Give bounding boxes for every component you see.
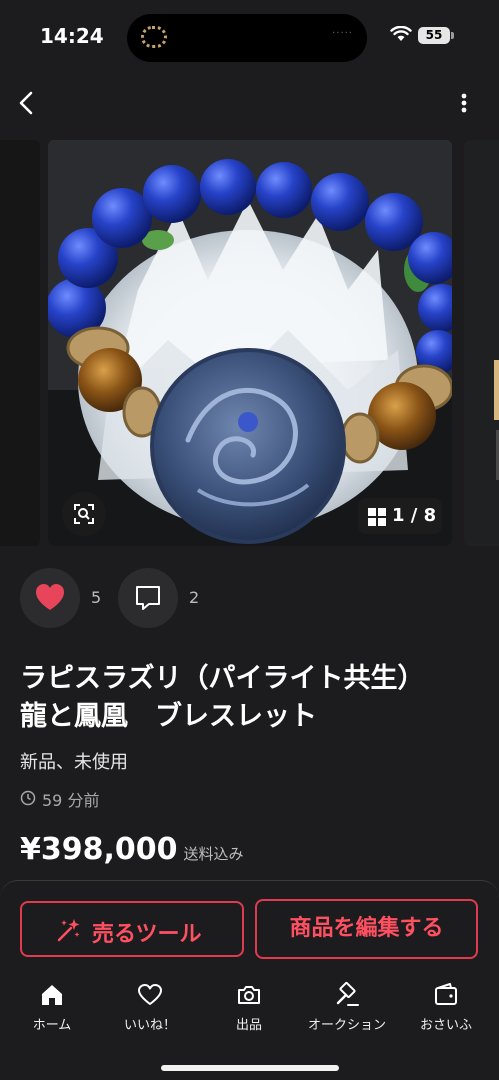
status-bar: 14:24 ····· 55	[0, 0, 499, 74]
tab-sell[interactable]: 出品	[204, 981, 294, 1041]
edit-item-button[interactable]: 商品を編集する	[255, 899, 478, 959]
image-search-button[interactable]	[62, 492, 106, 536]
previous-photo	[0, 140, 40, 546]
status-time: 14:24	[40, 24, 104, 48]
home-indicator	[161, 1065, 339, 1071]
more-options-button[interactable]	[452, 88, 476, 118]
shipping-note: 送料込み	[183, 845, 244, 863]
sell-tools-label: 売るツール	[92, 922, 202, 947]
tab-likes-label: いいね！	[123, 1018, 176, 1033]
battery-level: 55	[425, 28, 443, 42]
next-photo-preview	[464, 140, 499, 546]
gavel-icon	[336, 981, 359, 1006]
like-count: 5	[91, 588, 102, 607]
posted-time-text: 59 分前	[42, 791, 100, 810]
tab-home-label: ホーム	[32, 1018, 72, 1033]
comment-icon	[136, 586, 160, 610]
tab-bar: ホーム いいね！ 出品 オークション おさいふ	[0, 981, 499, 1041]
wifi-icon	[390, 26, 412, 41]
home-icon	[42, 985, 62, 1005]
like-button[interactable]	[20, 568, 80, 628]
price: ¥398,000 送料込み	[20, 832, 244, 872]
grid-icon	[368, 508, 386, 526]
item-condition: 新品、未使用	[20, 752, 128, 773]
wallet-icon	[435, 983, 457, 1005]
dynamic-island: ·····	[127, 14, 367, 62]
bottom-action-panel: 売るツール 商品を編集する ホーム いいね！ 出品 オークション おさいふ	[0, 880, 499, 1080]
sell-tools-button[interactable]: 売るツール	[20, 901, 244, 957]
battery-nub	[451, 32, 454, 39]
price-value: ¥398,000	[20, 832, 178, 867]
lens-search-icon	[74, 504, 94, 524]
back-button[interactable]	[12, 86, 42, 120]
island-indicator: ·····	[332, 28, 353, 39]
tab-home[interactable]: ホーム	[7, 981, 97, 1041]
tab-auction[interactable]: オークション	[302, 981, 392, 1041]
comment-count: 2	[189, 588, 200, 607]
photo-counter[interactable]: 1 / 8	[358, 498, 442, 534]
battery-icon: 55	[418, 27, 450, 44]
photo-carousel[interactable]: 1 / 8	[0, 140, 499, 548]
next-photo[interactable]	[464, 140, 499, 546]
tab-sell-label: 出品	[235, 1018, 262, 1033]
tab-wallet[interactable]: おさいふ	[401, 981, 491, 1041]
tab-auction-label: オークション	[307, 1018, 386, 1033]
photo-counter-text: 1 / 8	[392, 505, 437, 526]
bracelet-image	[48, 140, 452, 546]
island-activity-icon	[141, 26, 167, 48]
clock-icon	[20, 790, 36, 806]
tab-likes[interactable]: いいね！	[105, 981, 195, 1041]
product-title: ラピスラズリ（パイライト共生） 龍と鳳凰 ブレスレット	[20, 663, 425, 732]
comment-button[interactable]	[118, 568, 178, 628]
tab-wallet-label: おさいふ	[419, 1018, 472, 1033]
heart-filled-icon	[36, 584, 64, 610]
camera-icon	[238, 986, 260, 1004]
heart-icon	[138, 984, 162, 1005]
product-photo[interactable]	[48, 140, 452, 546]
magic-wand-icon	[57, 919, 80, 942]
